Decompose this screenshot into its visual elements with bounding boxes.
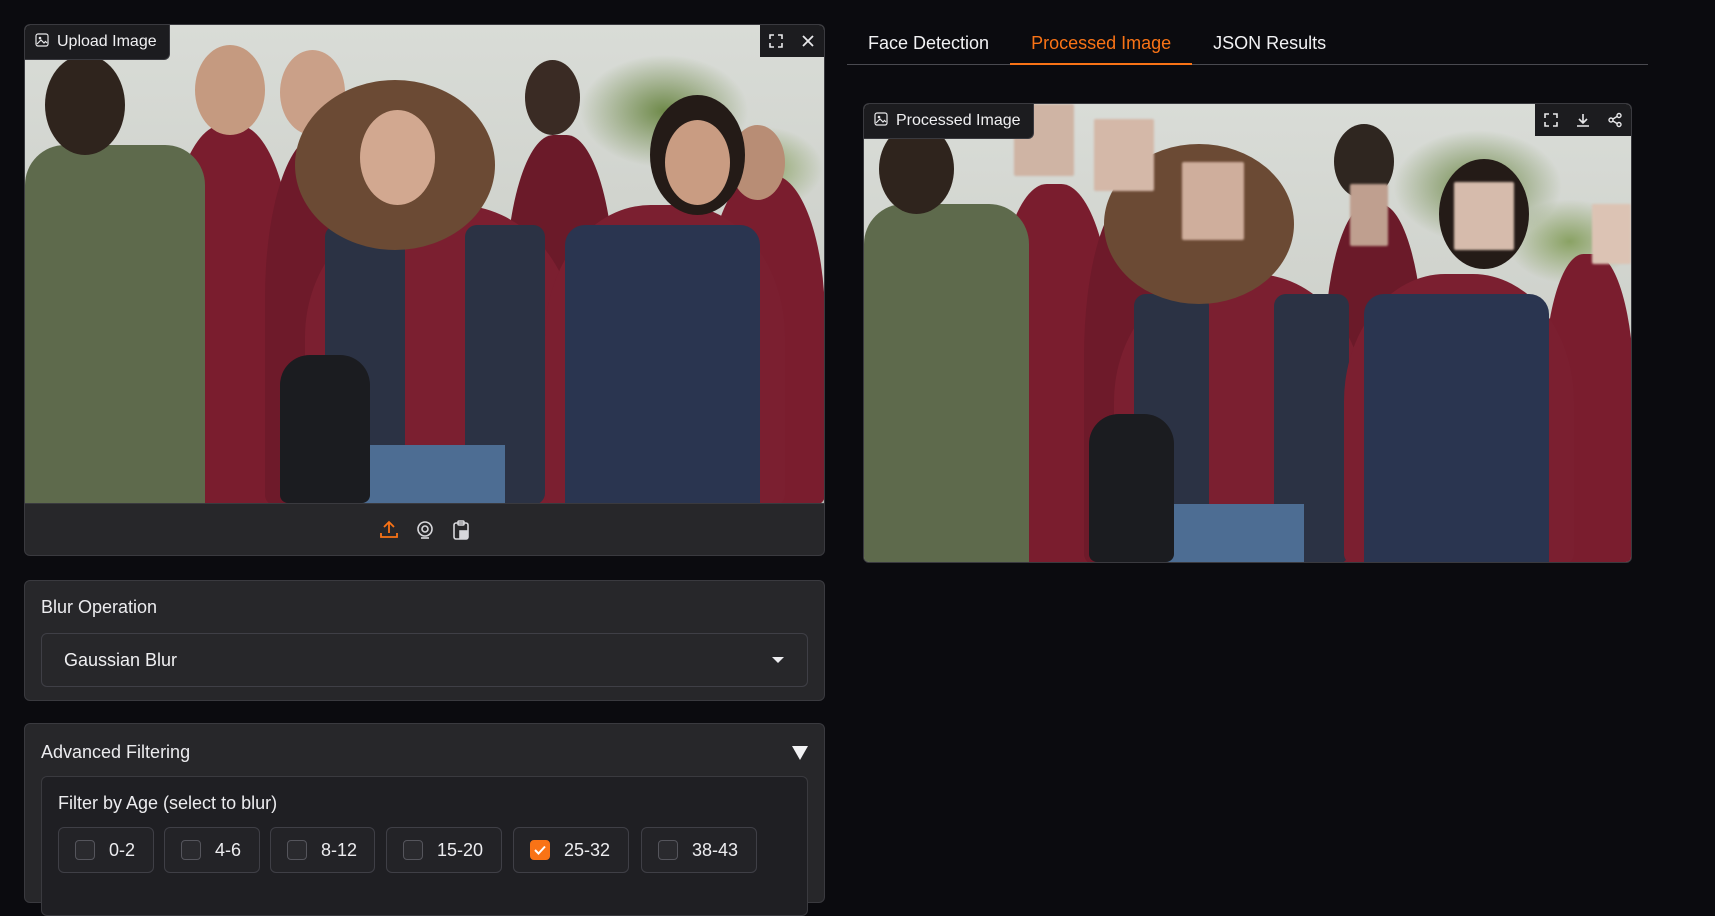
tab-face-detection[interactable]: Face Detection bbox=[847, 22, 1010, 64]
blur-operation-dropdown[interactable]: Gaussian Blur bbox=[41, 633, 808, 687]
age-checkbox-8-12[interactable]: 8-12 bbox=[270, 827, 375, 873]
uploaded-photo bbox=[25, 25, 824, 503]
upload-image-label-badge: Upload Image bbox=[25, 25, 170, 60]
blurred-face bbox=[1182, 162, 1244, 240]
age-checkbox-0-2[interactable]: 0-2 bbox=[58, 827, 154, 873]
age-label: 4-6 bbox=[215, 839, 242, 860]
blur-operation-value: Gaussian Blur bbox=[64, 649, 178, 670]
webcam-icon[interactable] bbox=[414, 519, 436, 541]
advanced-filtering-panel: Advanced Filtering Filter by Age (select… bbox=[24, 723, 825, 916]
tab-processed-image[interactable]: Processed Image bbox=[1010, 22, 1193, 65]
output-tabs: Face Detection Processed Image JSON Resu… bbox=[847, 22, 1648, 65]
age-filter-box: Filter by Age (select to blur) 0-2 4-6 8… bbox=[41, 776, 808, 916]
blurred-face bbox=[1094, 119, 1154, 191]
upload-image-label: Upload Image bbox=[57, 33, 157, 50]
age-label: 8-12 bbox=[321, 839, 358, 860]
processed-image-label-badge: Processed Image bbox=[864, 104, 1034, 139]
processed-image-panel: Processed Image bbox=[863, 103, 1632, 563]
image-icon bbox=[874, 111, 888, 131]
download-icon[interactable] bbox=[1567, 104, 1599, 136]
fullscreen-icon[interactable] bbox=[1535, 104, 1567, 136]
processed-image-label: Processed Image bbox=[896, 112, 1021, 129]
blurred-face bbox=[1350, 184, 1388, 246]
age-checkbox-group: 0-2 4-6 8-12 15-20 25-32 38-43 bbox=[58, 827, 793, 873]
processed-photo bbox=[864, 104, 1631, 562]
blur-operation-panel: Blur Operation Gaussian Blur bbox=[24, 580, 825, 701]
age-label: 25-32 bbox=[564, 839, 611, 860]
age-checkbox-38-43[interactable]: 38-43 bbox=[641, 827, 757, 873]
age-label: 38-43 bbox=[692, 839, 739, 860]
fullscreen-icon[interactable] bbox=[760, 25, 792, 57]
checkbox[interactable] bbox=[403, 840, 423, 860]
age-checkbox-25-32[interactable]: 25-32 bbox=[513, 827, 629, 873]
checkbox-checked[interactable] bbox=[530, 840, 550, 860]
image-icon bbox=[35, 32, 49, 52]
advanced-filtering-title: Advanced Filtering bbox=[41, 742, 191, 762]
blurred-face bbox=[1454, 182, 1514, 250]
upload-image-panel[interactable]: Upload Image bbox=[24, 24, 825, 556]
blurred-face bbox=[1592, 204, 1631, 264]
close-icon[interactable] bbox=[792, 25, 824, 57]
share-icon[interactable] bbox=[1599, 104, 1631, 136]
upload-icon[interactable] bbox=[378, 519, 400, 541]
checkbox[interactable] bbox=[658, 840, 678, 860]
blur-operation-title: Blur Operation bbox=[41, 597, 158, 617]
tab-json-results[interactable]: JSON Results bbox=[1192, 22, 1347, 64]
collapse-triangle-icon[interactable] bbox=[792, 746, 808, 760]
checkbox[interactable] bbox=[287, 840, 307, 860]
age-label: 15-20 bbox=[437, 839, 484, 860]
checkbox[interactable] bbox=[181, 840, 201, 860]
image-source-bar bbox=[25, 503, 824, 555]
caret-down-icon bbox=[771, 656, 785, 664]
clipboard-icon[interactable] bbox=[450, 519, 472, 541]
age-label: 0-2 bbox=[109, 839, 136, 860]
checkbox[interactable] bbox=[75, 840, 95, 860]
age-checkbox-15-20[interactable]: 15-20 bbox=[386, 827, 502, 873]
age-checkbox-4-6[interactable]: 4-6 bbox=[164, 827, 260, 873]
age-filter-title: Filter by Age (select to blur) bbox=[58, 793, 278, 813]
advanced-filtering-header[interactable]: Advanced Filtering bbox=[25, 724, 824, 774]
